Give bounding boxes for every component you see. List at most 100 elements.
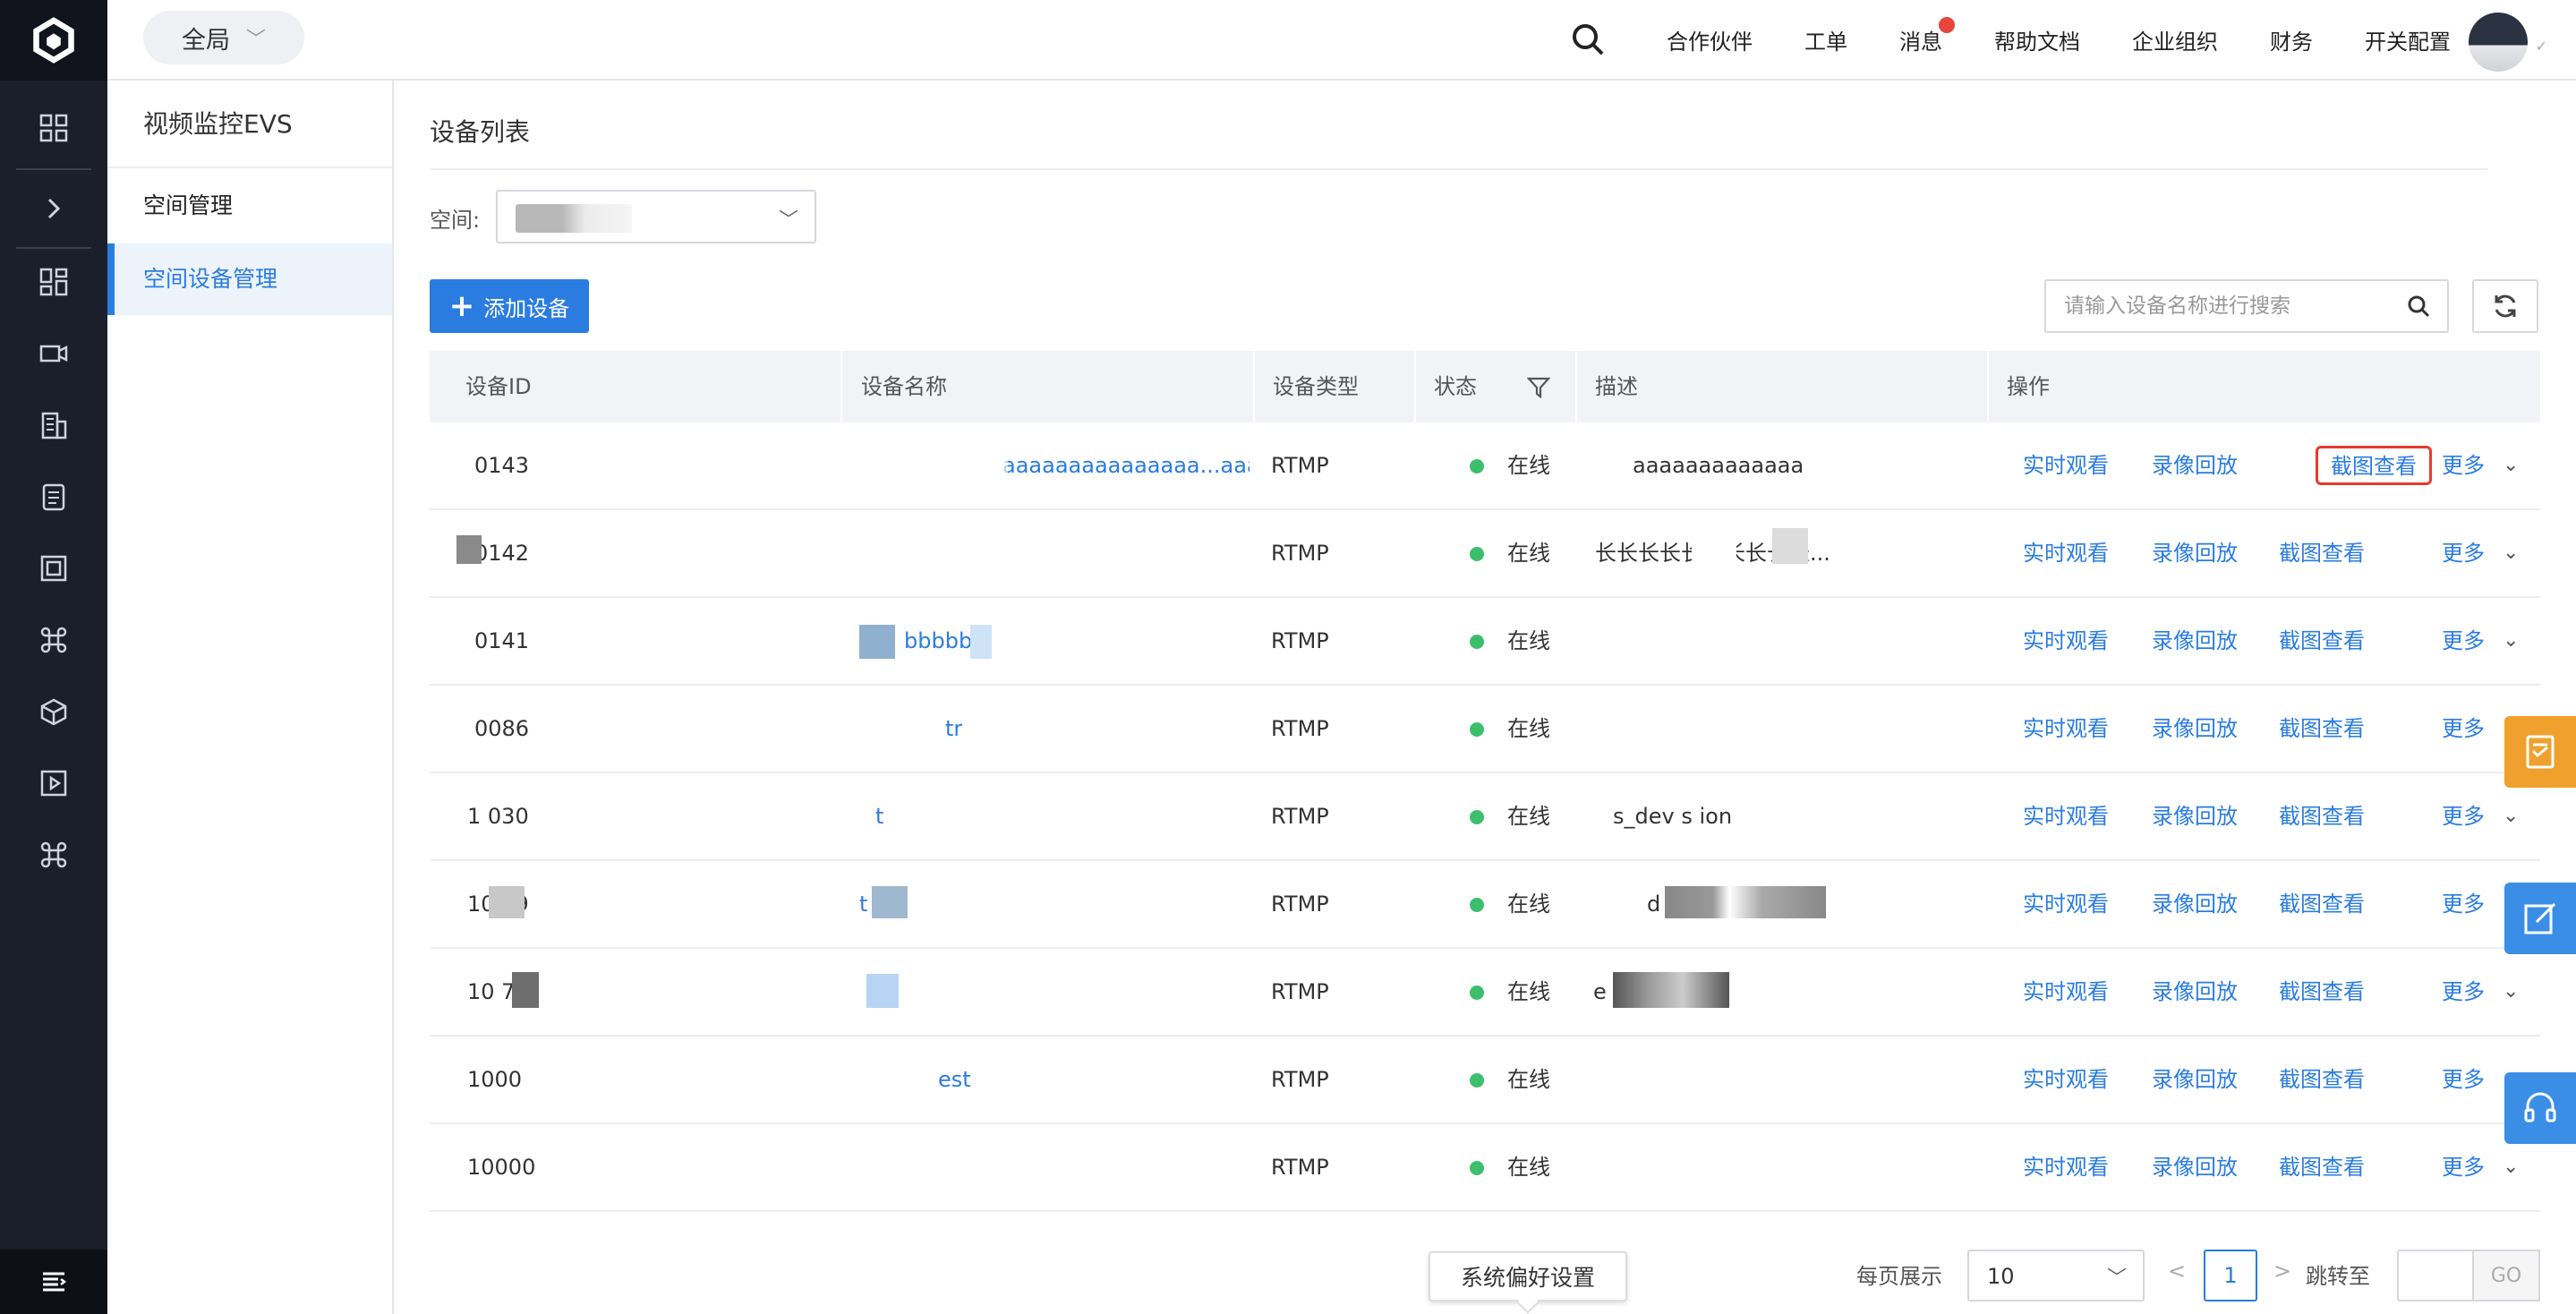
nav-messages[interactable]: 消息 (1899, 16, 1955, 55)
device-name[interactable]: t (859, 861, 867, 947)
building-icon[interactable] (0, 394, 107, 456)
nav-partners[interactable]: 合作伙伴 (1667, 24, 1753, 55)
snapshot-link[interactable]: 截图查看 (2279, 686, 2365, 772)
live-view-link[interactable]: 实时观看 (2023, 861, 2109, 947)
live-view-link[interactable]: 实时观看 (2023, 598, 2109, 684)
cube-icon[interactable] (0, 680, 107, 743)
search-icon[interactable] (1570, 21, 1606, 57)
more-link[interactable]: 更多 (2442, 510, 2485, 596)
prev-page-button[interactable]: < (2168, 1259, 2186, 1284)
scope-selector[interactable]: 全局 ﹀ (143, 11, 304, 64)
chevron-down-icon[interactable]: ⌄ (2503, 422, 2519, 508)
jump-page-input[interactable] (2397, 1250, 2472, 1301)
playback-link[interactable]: 录像回放 (2152, 861, 2238, 947)
more-link[interactable]: 更多 (2442, 773, 2485, 859)
more-link[interactable]: 更多 (2442, 686, 2485, 772)
playback-link[interactable]: 录像回放 (2152, 773, 2238, 859)
playback-link[interactable]: 录像回放 (2152, 949, 2238, 1035)
device-status: 在线 (1470, 598, 1550, 684)
more-link[interactable]: 更多 (2442, 1124, 2485, 1210)
live-view-link[interactable]: 实时观看 (2023, 1124, 2109, 1210)
more-link[interactable]: 更多 (2442, 861, 2485, 947)
live-view-link[interactable]: 实时观看 (2023, 1037, 2109, 1122)
play-icon[interactable] (0, 752, 107, 815)
device-status: 在线 (1470, 686, 1550, 772)
playback-link[interactable]: 录像回放 (2152, 598, 2238, 684)
menu-icon[interactable] (0, 1250, 107, 1314)
redaction-mask (512, 972, 539, 1008)
user-avatar[interactable]: ✓ (2460, 11, 2547, 73)
device-type: RTMP (1271, 628, 1329, 653)
redaction-mask (872, 886, 908, 918)
snapshot-link[interactable]: 截图查看 (2316, 446, 2432, 485)
snapshot-link[interactable]: 截图查看 (2279, 861, 2365, 947)
page-size-select[interactable]: 10 ﹀ (1967, 1250, 2145, 1301)
device-name[interactable]: aaaaaaaaaaaaaaa...aaaaaa... (1002, 422, 1250, 508)
playback-link[interactable]: 录像回放 (2152, 510, 2238, 596)
online-dot (1470, 1161, 1484, 1175)
device-search-input[interactable] (2046, 281, 2395, 331)
nav-messages-label: 消息 (1899, 29, 1942, 55)
playback-link[interactable]: 录像回放 (2152, 1124, 2238, 1210)
snapshot-link[interactable]: 截图查看 (2279, 510, 2365, 596)
command-icon[interactable] (0, 823, 107, 886)
redaction-mask (856, 426, 1008, 507)
live-view-link[interactable]: 实时观看 (2023, 949, 2109, 1035)
device-status: 在线 (1470, 861, 1550, 947)
snapshot-link[interactable]: 截图查看 (2279, 773, 2365, 859)
chevron-down-icon[interactable]: ⌄ (2503, 510, 2519, 596)
add-device-button[interactable]: + 添加设备 (430, 279, 589, 333)
chevron-down-icon[interactable]: ⌄ (2503, 949, 2519, 1035)
refresh-button[interactable] (2472, 279, 2538, 333)
online-dot (1470, 722, 1484, 737)
playback-link[interactable]: 录像回放 (2152, 686, 2238, 772)
chevron-down-icon[interactable]: ⌄ (2503, 598, 2519, 684)
grid-icon[interactable] (0, 97, 107, 159)
nav-group-space-management[interactable]: 空间管理 (107, 168, 392, 243)
device-name[interactable]: est (938, 1037, 971, 1122)
device-status: 在线 (1470, 773, 1550, 859)
support-float-button[interactable] (2504, 1072, 2576, 1144)
space-select[interactable]: ﹀ (496, 190, 816, 243)
space-label: 空间: (430, 208, 481, 233)
live-view-link[interactable]: 实时观看 (2023, 686, 2109, 772)
nav-item-space-device-management[interactable]: 空间设备管理 (107, 243, 392, 315)
storage-icon[interactable] (0, 465, 107, 528)
playback-link[interactable]: 录像回放 (2152, 1037, 2238, 1122)
nav-switch-config[interactable]: 开关配置 (2365, 24, 2451, 55)
more-link[interactable]: 更多 (2442, 1037, 2485, 1122)
video-camera-icon[interactable] (0, 322, 107, 385)
snapshot-link[interactable]: 截图查看 (2279, 1037, 2365, 1122)
next-page-button[interactable]: > (2273, 1259, 2291, 1284)
chevron-right-icon[interactable] (0, 177, 107, 240)
nav-enterprise-org[interactable]: 企业组织 (2132, 24, 2218, 55)
live-view-link[interactable]: 实时观看 (2023, 510, 2109, 596)
device-name[interactable]: tr (945, 686, 962, 772)
edit-float-button[interactable] (2504, 883, 2576, 954)
current-page-button[interactable]: 1 (2204, 1250, 2257, 1301)
device-name[interactable]: t (875, 773, 883, 859)
filter-icon[interactable] (1527, 376, 1550, 399)
more-link[interactable]: 更多 (2442, 422, 2485, 508)
nav-help-docs[interactable]: 帮助文档 (1994, 24, 2080, 55)
nav-tickets[interactable]: 工单 (1804, 24, 1847, 55)
device-type: RTMP (1271, 804, 1329, 829)
live-view-link[interactable]: 实时观看 (2023, 773, 2109, 859)
more-link[interactable]: 更多 (2442, 949, 2485, 1035)
nav-finance[interactable]: 财务 (2270, 24, 2313, 55)
feedback-float-button[interactable] (2504, 716, 2576, 788)
go-button[interactable]: GO (2472, 1250, 2540, 1301)
brand-logo[interactable] (0, 0, 107, 81)
system-preferences-tooltip[interactable]: 系统偏好设置 (1429, 1251, 1627, 1314)
table-row: 10 7 e cription RTMP 在线 实时观看 录像回放 截图查看 更… (430, 949, 2540, 1037)
snapshot-link[interactable]: 截图查看 (2279, 598, 2365, 684)
command-icon[interactable] (0, 609, 107, 671)
snapshot-link[interactable]: 截图查看 (2279, 949, 2365, 1035)
frame-icon[interactable] (0, 537, 107, 600)
more-link[interactable]: 更多 (2442, 598, 2485, 684)
snapshot-link[interactable]: 截图查看 (2279, 1124, 2365, 1210)
live-view-link[interactable]: 实时观看 (2023, 422, 2109, 508)
search-icon[interactable] (2406, 294, 2431, 319)
dashboard-icon[interactable] (0, 251, 107, 313)
playback-link[interactable]: 录像回放 (2152, 422, 2238, 508)
